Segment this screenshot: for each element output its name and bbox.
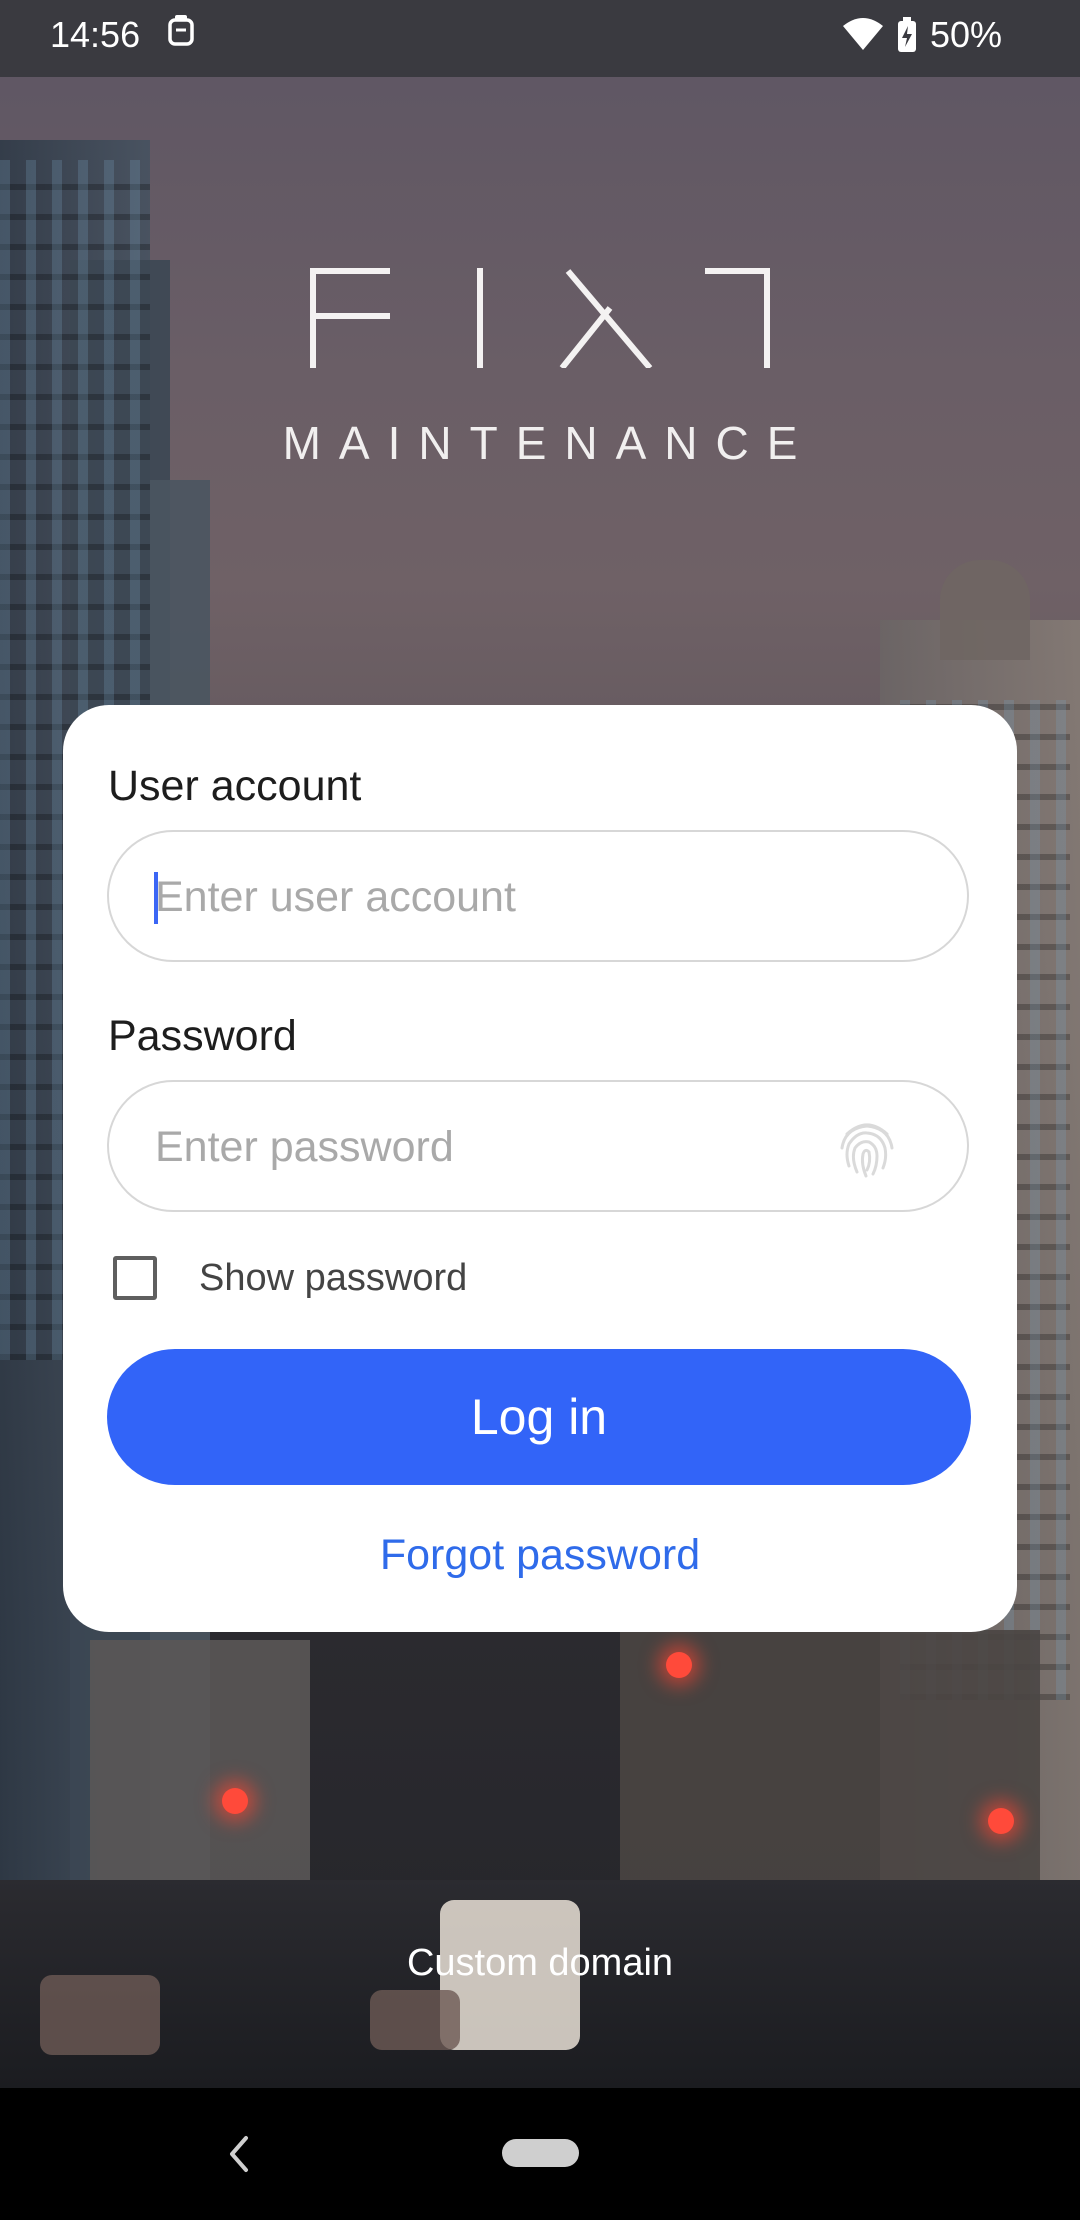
login-card: User account Password Show password Log …	[63, 705, 1017, 1632]
show-password-label[interactable]: Show password	[199, 1257, 467, 1300]
login-button[interactable]: Log in	[107, 1349, 971, 1485]
password-field[interactable]	[107, 1080, 969, 1212]
custom-domain-link[interactable]: Custom domain	[0, 1942, 1080, 1985]
status-bar: 14:56 50%	[0, 0, 1080, 77]
battery-charging-icon	[897, 17, 916, 52]
status-time: 14:56	[50, 14, 141, 55]
traffic-light	[666, 1652, 692, 1678]
show-password-row[interactable]: Show password	[113, 1256, 467, 1300]
system-nav-bar	[0, 2088, 1080, 2220]
user-account-field[interactable]	[107, 830, 969, 962]
user-account-input[interactable]	[153, 832, 877, 962]
background-tower	[940, 560, 1030, 660]
forgot-password-link[interactable]: Forgot password	[63, 1531, 1017, 1580]
fixt-logo-mark	[310, 268, 770, 368]
show-password-checkbox[interactable]	[113, 1256, 157, 1300]
password-label: Password	[108, 1012, 297, 1060]
user-account-label: User account	[108, 762, 362, 810]
background-car	[40, 1975, 160, 2055]
traffic-light	[222, 1788, 248, 1814]
traffic-light	[988, 1808, 1014, 1834]
status-indicators: 50%	[842, 14, 1002, 56]
home-pill[interactable]	[502, 2139, 579, 2167]
app-logo: MAINTENANCE	[0, 268, 1080, 470]
battery-percent: 50%	[929, 14, 1002, 55]
wifi-icon	[842, 18, 883, 50]
back-icon[interactable]	[222, 2132, 256, 2176]
fingerprint-icon[interactable]	[833, 1114, 901, 1182]
logo-subtitle: MAINTENANCE	[282, 417, 816, 469]
password-input[interactable]	[153, 1082, 877, 1212]
notification-icon	[168, 15, 194, 46]
background-car	[370, 1990, 460, 2050]
